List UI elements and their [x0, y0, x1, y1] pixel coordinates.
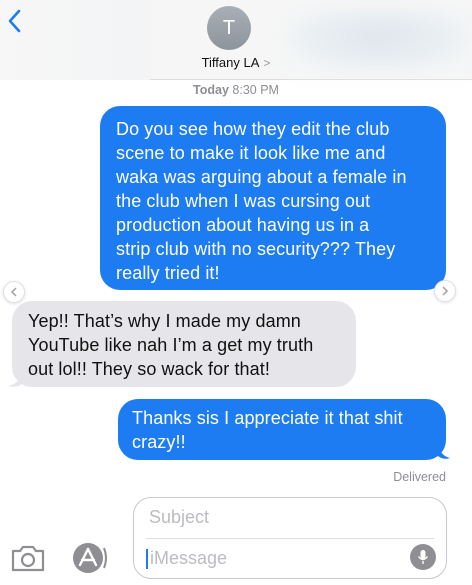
microphone-icon — [417, 550, 429, 564]
text-cursor — [146, 548, 148, 569]
camera-icon — [11, 545, 45, 572]
back-button[interactable] — [2, 6, 26, 36]
chevron-left-icon — [10, 287, 17, 297]
scroll-right-button[interactable] — [434, 280, 456, 302]
message-line: scene to make it look like me and — [116, 143, 386, 163]
message-line: strip club with no security??? They — [116, 239, 396, 259]
bubble-tail — [8, 364, 24, 387]
message-line: the club when I was cursing out — [116, 191, 371, 211]
message-line: crazy!! — [132, 432, 186, 452]
message-line: production about having us in a — [116, 215, 370, 235]
dictation-button[interactable] — [410, 544, 436, 570]
message-placeholder: iMessage — [150, 548, 228, 568]
message-line: Do you see how they edit the club — [116, 119, 390, 139]
delivery-status: Delivered — [393, 470, 446, 484]
incoming-message-bubble[interactable]: Yep!! That’s why I made my damn YouTube … — [12, 301, 356, 387]
message-line: Thanks sis I appreciate it that shit — [132, 408, 403, 428]
compose-divider — [146, 538, 434, 539]
contact-name-button[interactable]: Tiffany LA > — [0, 55, 472, 70]
message-line: YouTube like nah I’m a get my truth — [28, 335, 314, 355]
message-line: out lol!! They so wack for that! — [28, 359, 270, 379]
outgoing-message-bubble[interactable]: Do you see how they edit the club scene … — [100, 106, 446, 290]
contact-name: Tiffany LA — [201, 55, 260, 70]
chevron-left-icon — [8, 9, 21, 33]
bubble-tail — [436, 436, 450, 459]
compose-box[interactable]: Subject iMessage — [133, 497, 447, 579]
app-store-button[interactable] — [70, 540, 110, 576]
subject-input[interactable]: Subject — [149, 507, 209, 528]
conversation-header: T Tiffany LA > — [0, 0, 472, 80]
message-line: really tried it! — [116, 263, 220, 283]
timestamp-day: Today — [193, 83, 229, 97]
message-line: Yep!! That’s why I made my damn — [28, 311, 301, 331]
timestamp-time: 8:30 PM — [232, 83, 279, 97]
scroll-left-button[interactable] — [3, 281, 25, 303]
message-timestamp: Today 8:30 PM — [0, 83, 472, 97]
message-input[interactable]: iMessage — [146, 548, 227, 569]
chevron-right-icon — [442, 286, 449, 296]
app-store-icon — [73, 543, 107, 573]
chevron-right-icon: > — [263, 56, 271, 70]
message-line: waka was arguing about a female in — [116, 167, 407, 187]
camera-button[interactable] — [10, 544, 46, 572]
contact-avatar[interactable]: T — [207, 6, 251, 50]
outgoing-message-bubble[interactable]: Thanks sis I appreciate it that shit cra… — [118, 399, 446, 460]
